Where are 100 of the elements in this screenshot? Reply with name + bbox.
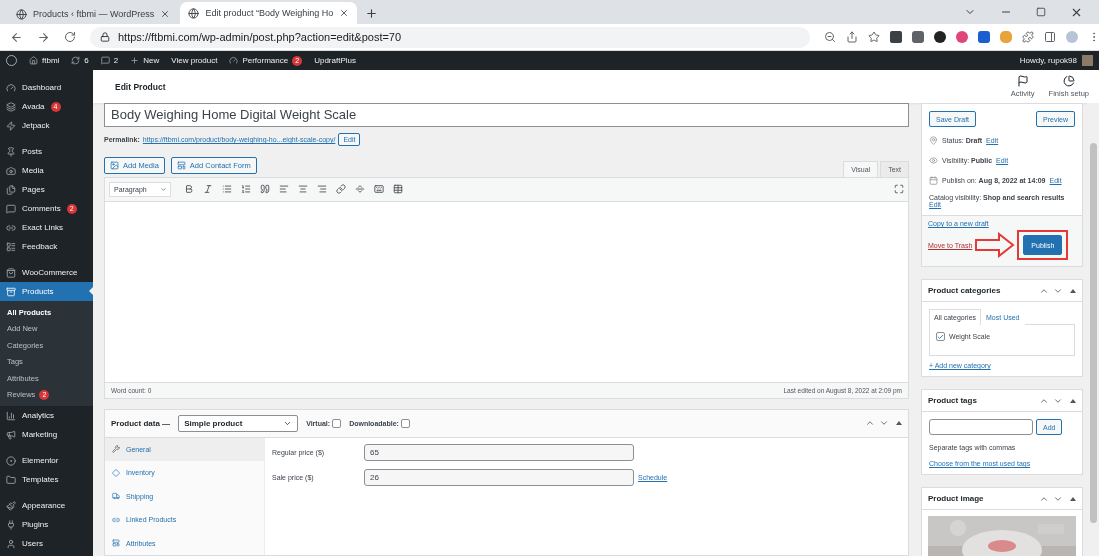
- toolbar-item[interactable]: 6: [71, 56, 89, 65]
- bullet-list-icon[interactable]: [222, 184, 232, 194]
- italic-icon[interactable]: [203, 184, 213, 194]
- link-icon[interactable]: [336, 184, 346, 194]
- move-up-icon[interactable]: [865, 418, 875, 428]
- browser-tab[interactable]: Products ‹ ftbmi — WordPress: [8, 4, 179, 24]
- price-field[interactable]: 26: [364, 468, 634, 486]
- scrollbar[interactable]: [1089, 143, 1097, 523]
- menu-item[interactable]: Users: [0, 534, 93, 553]
- toggle-icon[interactable]: [1070, 288, 1076, 293]
- align-left-icon[interactable]: [279, 184, 289, 194]
- toolbar-item[interactable]: ftbmi: [29, 56, 60, 65]
- toolbar-item[interactable]: View product: [171, 56, 218, 65]
- plug-icon: [6, 519, 16, 530]
- quote-icon[interactable]: [260, 184, 270, 194]
- menu-item[interactable]: Feedback: [0, 237, 93, 256]
- bag-icon: [6, 267, 16, 278]
- numbered-list-icon[interactable]: [241, 184, 251, 194]
- plus-icon: [130, 56, 140, 65]
- toggle-icon[interactable]: [1070, 398, 1076, 403]
- address-field[interactable]: https://ftbmi.com/wp-admin/post.php?action=edit&post=70: [90, 26, 810, 48]
- menu-item[interactable]: Jetpack: [0, 116, 93, 135]
- align-center-icon[interactable]: [298, 184, 308, 194]
- puzzle-icon[interactable]: [1022, 31, 1034, 43]
- back-icon[interactable]: [10, 30, 23, 44]
- box-title: Product tags: [928, 396, 977, 405]
- forward-icon[interactable]: [37, 30, 50, 44]
- pages-icon: [6, 184, 16, 195]
- comment-icon: [100, 56, 110, 65]
- bar-chart-icon: [6, 410, 16, 421]
- pin-icon: [6, 146, 16, 157]
- title-field[interactable]: Body Weighing Home Digital Weight Scale: [104, 103, 909, 127]
- brush-icon: [6, 500, 16, 511]
- zoom-icon[interactable]: [824, 31, 836, 43]
- product-type-select[interactable]: Simple product: [178, 414, 299, 432]
- panel-title: Product data —: [111, 418, 171, 428]
- browser-tab[interactable]: Edit product “Body Weighing Ho: [180, 2, 358, 24]
- fullscreen-icon[interactable]: [894, 184, 904, 194]
- checkbox[interactable]: [936, 332, 945, 341]
- account-menu[interactable]: Howdy, rupok98: [1019, 55, 1093, 66]
- avatar-icon: [1082, 55, 1093, 66]
- toggle-icon[interactable]: [1070, 496, 1076, 501]
- wrench-icon: [112, 445, 120, 454]
- box-title: Product image: [928, 494, 984, 503]
- home-icon: [29, 56, 38, 65]
- side-panel-icon[interactable]: [1044, 31, 1056, 43]
- link-icon: [6, 222, 16, 233]
- gauge-icon: [229, 56, 239, 65]
- menu-item[interactable]: Marketing: [0, 425, 93, 444]
- toolbar-item[interactable]: New: [130, 56, 160, 65]
- globe-icon: [16, 8, 27, 20]
- menu-item[interactable]: Analytics: [0, 406, 93, 425]
- menu-item[interactable]: Products: [0, 282, 93, 301]
- pie-chart-icon: [1062, 75, 1075, 87]
- menu-item[interactable]: Posts: [0, 142, 93, 161]
- refresh-icon: [71, 56, 81, 65]
- menu-item[interactable]: Elementor: [0, 451, 93, 470]
- share-icon[interactable]: [846, 31, 858, 43]
- annotation-arrow: [975, 232, 1016, 258]
- reload-icon[interactable]: [64, 31, 76, 43]
- star-icon[interactable]: [868, 31, 880, 43]
- caret-icon: [160, 185, 167, 193]
- restore-icon[interactable]: [1036, 7, 1046, 17]
- price-field[interactable]: 65: [364, 443, 634, 461]
- keyboard-icon[interactable]: [374, 184, 384, 194]
- link-icon: [112, 515, 120, 524]
- menu-item[interactable]: Pages: [0, 180, 93, 199]
- eye-icon: [929, 156, 938, 165]
- align-right-icon[interactable]: [317, 184, 327, 194]
- truck-icon: [112, 492, 120, 501]
- move-down-icon[interactable]: [879, 418, 889, 428]
- extension-icon[interactable]: [934, 31, 946, 43]
- diamond-icon: [112, 468, 120, 477]
- menu-item[interactable]: Dashboard: [0, 78, 93, 97]
- menu-item[interactable]: WooCommerce: [0, 263, 93, 282]
- megaphone-icon: [6, 429, 16, 440]
- menu-item[interactable]: Exact Links: [0, 218, 93, 237]
- gauge-icon: [6, 82, 16, 93]
- menu-item[interactable]: Plugins: [0, 515, 93, 534]
- menu-item[interactable]: Media: [0, 161, 93, 180]
- checkbox[interactable]: [332, 418, 342, 428]
- menu-item[interactable]: Templates: [0, 470, 93, 489]
- toolbar-item[interactable]: 2: [100, 56, 119, 65]
- bold-icon[interactable]: [184, 184, 194, 194]
- bolt-icon: [6, 120, 16, 131]
- toolbar-item[interactable]: UpdraftPlus: [314, 56, 356, 65]
- circle-icon: [6, 455, 16, 466]
- globe-icon: [188, 7, 200, 19]
- close-icon[interactable]: [160, 9, 171, 19]
- menu-item[interactable]: Appearance: [0, 496, 93, 515]
- checkbox[interactable]: [400, 418, 410, 428]
- person-icon: [6, 538, 16, 549]
- toggle-icon[interactable]: [896, 421, 902, 425]
- calendar-icon: [929, 176, 938, 185]
- form-icon: [176, 160, 186, 170]
- new-tab-icon[interactable]: [365, 6, 379, 20]
- tag-field[interactable]: [929, 419, 1033, 435]
- close-icon[interactable]: [339, 8, 350, 18]
- flag-icon: [1016, 75, 1029, 87]
- box-title: Product categories: [928, 286, 1001, 295]
